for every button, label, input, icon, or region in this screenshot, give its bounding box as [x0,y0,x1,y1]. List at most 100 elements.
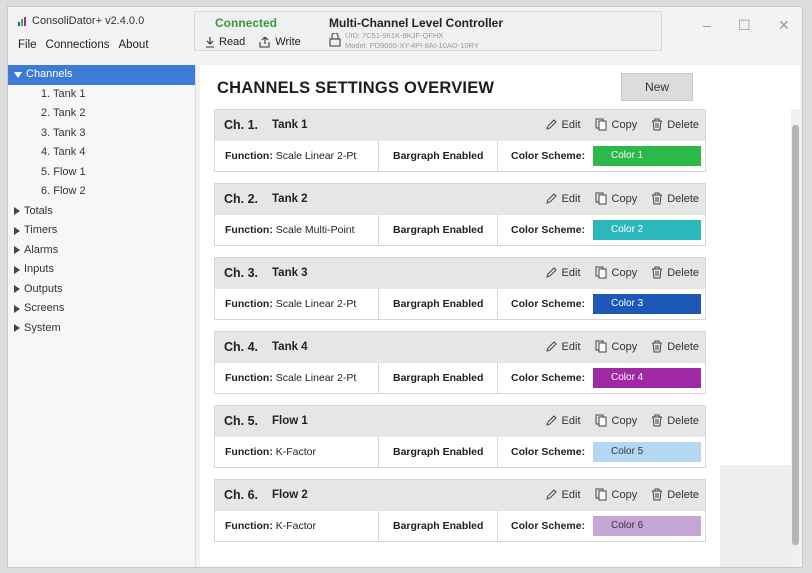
edit-label: Edit [561,488,581,501]
new-channel-button[interactable]: New [621,73,693,101]
sidebar-item-system[interactable]: System [8,319,195,339]
sidebar-channel-3[interactable]: 3. Tank 3 [8,124,195,144]
copy-button[interactable]: Copy [595,488,638,501]
menu-file[interactable]: File [18,39,37,51]
channel-actions: Edit Copy Delete [545,266,699,279]
sidebar-item-label: Timers [24,224,58,236]
copy-button[interactable]: Copy [595,340,637,353]
channel-name: Flow 1 [272,415,308,427]
divider [378,215,379,245]
edit-label: Edit [561,118,581,131]
device-model: Model: PD9000-XY-4PI-8AI-10AO-10RY [345,40,479,50]
scrollbar[interactable] [791,109,800,567]
collapsed-triangle-icon [14,265,20,274]
sidebar-channel-2[interactable]: 2. Tank 2 [8,104,195,124]
copy-button[interactable]: Copy [595,192,637,205]
function-info: Function: Scale Linear 2-Pt [225,150,356,162]
sidebar-item-label: Channels [26,68,73,80]
maximize-button[interactable]: ☐ [738,17,751,34]
device-panel: Connected Read Write Multi-Channel Level… [194,11,662,51]
trash-icon [652,118,663,131]
function-label: Function: [225,372,273,384]
channel-card: Ch. 6. Flow 2 Edit Copy Delete Function:… [214,479,706,542]
edit-button[interactable]: Edit [545,488,581,501]
delete-button[interactable]: Delete [651,266,699,279]
edit-button[interactable]: Edit [545,340,581,353]
color-scheme-swatch[interactable]: Color 4 [593,368,701,388]
function-value: Scale Linear 2-Pt [275,150,357,162]
function-info: Function: Scale Linear 2-Pt [225,372,356,384]
channel-number: Ch. 6. [224,488,259,502]
sidebar-channel-6[interactable]: 6. Flow 2 [8,182,195,202]
edit-button[interactable]: Edit [545,192,581,205]
channel-number: Ch. 4. [224,340,259,354]
color-scheme-swatch[interactable]: Color 2 [593,220,701,240]
copy-button[interactable]: Copy [595,414,638,427]
channel-card-body: Function: K-Factor Bargraph Enabled Colo… [215,511,705,541]
color-scheme-label: Color Scheme: [511,224,586,236]
title-bar: ConsoliDator+ v2.4.0.0 File Connections … [8,7,802,59]
copy-icon [595,488,607,501]
pencil-icon [545,415,557,426]
color-scheme-label: Color Scheme: [511,298,586,310]
function-label: Function: [225,298,273,310]
channel-list: Ch. 1. Tank 1 Edit Copy Delete Function:… [214,109,706,553]
delete-button[interactable]: Delete [651,118,699,131]
sidebar-item-outputs[interactable]: Outputs [8,280,195,300]
divider [497,437,498,467]
delete-button[interactable]: Delete [651,192,699,205]
minimize-button[interactable]: – [703,17,711,33]
bargraph-status: Bargraph Enabled [393,520,484,532]
copy-button[interactable]: Copy [595,266,637,279]
color-scheme-label: Color Scheme: [511,520,586,532]
function-value: Scale Linear 2-Pt [275,372,357,384]
delete-button[interactable]: Delete [651,414,699,427]
divider [497,141,498,171]
menu-connections[interactable]: Connections [46,39,110,51]
sidebar-channel-5[interactable]: 5. Flow 1 [8,163,195,183]
write-button[interactable]: Write [259,36,301,48]
sidebar-item-screens[interactable]: Screens [8,299,195,319]
sidebar-item-inputs[interactable]: Inputs [8,260,195,280]
edit-button[interactable]: Edit [545,266,581,279]
color-scheme-swatch[interactable]: Color 6 [593,516,701,536]
sidebar-item-timers[interactable]: Timers [8,221,195,241]
bargraph-status: Bargraph Enabled [393,446,484,458]
copy-label: Copy [611,488,638,501]
collapsed-triangle-icon [14,207,20,216]
color-scheme-swatch[interactable]: Color 1 [593,146,701,166]
channel-card: Ch. 5. Flow 1 Edit Copy Delete Function:… [214,405,706,468]
copy-label: Copy [611,118,638,131]
device-details: UID: 7C51-961K-9KJF-QFHX Model: PD9000-X… [345,31,479,50]
copy-label: Copy [611,414,638,427]
pencil-icon [545,193,557,204]
sidebar-item-alarms[interactable]: Alarms [8,241,195,261]
function-value: K-Factor [275,446,317,458]
sidebar-item-channels[interactable]: Channels [8,65,195,85]
channel-number: Ch. 5. [224,414,259,428]
sidebar: Channels 1. Tank 1 2. Tank 2 3. Tank 3 4… [8,65,196,567]
app-title-text: ConsoliDator+ v2.4.0.0 [32,15,145,27]
color-scheme-swatch[interactable]: Color 3 [593,294,701,314]
edit-button[interactable]: Edit [545,118,581,131]
sidebar-channel-4[interactable]: 4. Tank 4 [8,143,195,163]
delete-label: Delete [667,414,699,427]
divider [378,437,379,467]
function-label: Function: [225,520,273,532]
delete-button[interactable]: Delete [651,488,699,501]
sidebar-channel-1[interactable]: 1. Tank 1 [8,85,195,105]
menu-about[interactable]: About [118,39,148,51]
copy-button[interactable]: Copy [595,118,638,131]
close-button[interactable]: ✕ [778,17,790,34]
scrollbar-thumb[interactable] [792,125,799,545]
read-button[interactable]: Read [205,36,245,48]
color-scheme-swatch[interactable]: Color 5 [593,442,701,462]
delete-label: Delete [667,118,699,131]
delete-button[interactable]: Delete [651,340,699,353]
edit-button[interactable]: Edit [545,414,581,427]
channel-card-body: Function: Scale Multi-Point Bargraph Ena… [215,215,705,245]
function-info: Function: Scale Multi-Point [225,224,355,236]
divider [497,289,498,319]
channel-card-header: Ch. 1. Tank 1 Edit Copy Delete [215,110,705,141]
sidebar-item-totals[interactable]: Totals [8,202,195,222]
